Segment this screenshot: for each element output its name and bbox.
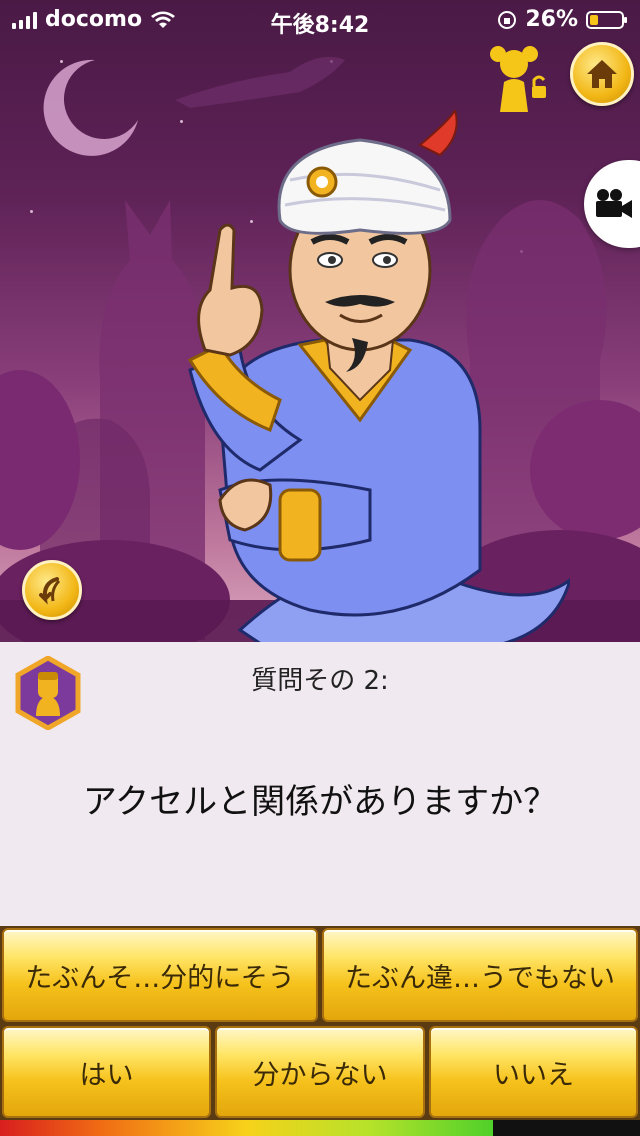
game-scene: docomo 午後8:42 26%: [0, 0, 640, 642]
genie-character: [187, 110, 570, 642]
undo-button[interactable]: [22, 560, 82, 620]
answer-buttons: たぶんそ…分的にそう たぶん違…うでもない はい 分からない いいえ: [0, 926, 640, 1120]
orientation-lock-icon: [498, 10, 517, 29]
status-bar: docomo 午後8:42 26%: [0, 0, 640, 40]
answer-no-button[interactable]: いいえ: [429, 1026, 638, 1118]
moon-icon: [43, 59, 138, 156]
video-camera-icon: [596, 189, 632, 218]
answer-probably-yes-button[interactable]: たぶんそ…分的にそう: [2, 928, 318, 1022]
home-button[interactable]: [570, 42, 634, 106]
flying-carpet-silhouette: [175, 56, 345, 108]
battery-level: [590, 14, 598, 25]
answer-probably-no-button[interactable]: たぶん違…うでもない: [322, 928, 638, 1022]
question-panel: 質問その 2: アクセルと関係がありますか？: [0, 642, 640, 926]
undo-icon: [39, 577, 61, 605]
child-lock-button[interactable]: [486, 42, 550, 114]
battery-icon: [586, 10, 627, 29]
status-bar-right: 26%: [497, 7, 627, 32]
progress-bar: [0, 1120, 640, 1136]
progress-bar-fill: [0, 1120, 493, 1136]
answer-yes-button[interactable]: はい: [2, 1026, 211, 1118]
battery-percentage: 26%: [525, 7, 578, 32]
question-number: 質問その 2:: [251, 666, 389, 696]
home-icon: [587, 60, 617, 88]
child-lock-icon: [490, 46, 546, 112]
answer-dont-know-button[interactable]: 分からない: [215, 1026, 425, 1118]
question-text: アクセルと関係がありますか？: [82, 782, 558, 822]
